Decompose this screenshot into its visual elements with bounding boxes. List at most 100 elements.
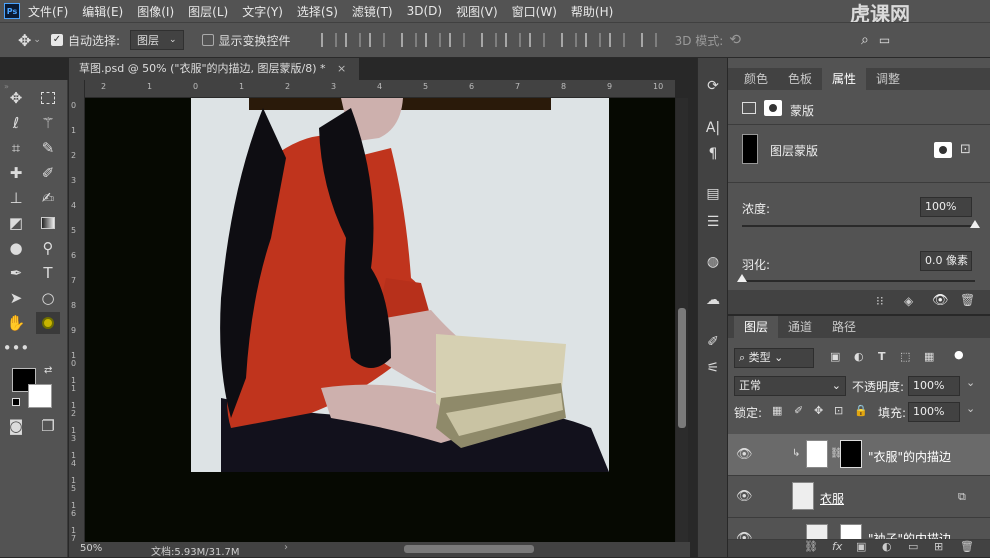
default-colors-icon[interactable] <box>12 398 20 406</box>
auto-select-checkbox[interactable]: ✓ <box>50 34 63 46</box>
workspace-icon[interactable]: ▭ <box>879 33 890 47</box>
layer-name[interactable]: 衣服 <box>820 490 844 507</box>
align-bottom-icon[interactable] <box>368 33 385 47</box>
chevron-right-icon[interactable]: › <box>284 542 288 553</box>
filter-shape-icon[interactable]: ⬚ <box>900 350 910 363</box>
add-mask-icon[interactable]: ▣ <box>856 540 866 553</box>
dodge-icon[interactable]: ⚲ <box>36 237 60 259</box>
zoom-icon[interactable] <box>36 312 60 334</box>
vector-mask-icon[interactable]: ⊡ <box>960 142 971 157</box>
filter-adjustment-icon[interactable]: ◐ <box>854 350 864 363</box>
brush-icon[interactable]: ✐ <box>36 162 60 184</box>
notes-panel-icon[interactable]: ☰ <box>703 214 723 232</box>
feather-slider[interactable] <box>742 280 975 282</box>
vertical-scrollbar[interactable] <box>676 98 688 542</box>
feather-field[interactable]: 0.0 像素 <box>920 251 972 271</box>
menu-edit[interactable]: 编辑(E) <box>82 3 123 20</box>
magic-wand-icon[interactable]: ⚚ <box>36 112 60 134</box>
menu-help[interactable]: 帮助(H) <box>571 3 613 20</box>
menu-window[interactable]: 窗口(W) <box>512 3 557 20</box>
tab-swatches[interactable]: 色板 <box>778 68 822 90</box>
character-panel-icon[interactable]: A| <box>703 120 723 138</box>
eraser-icon[interactable]: ◩ <box>4 212 28 234</box>
distribute-hcenter-icon[interactable] <box>584 33 601 47</box>
distribute-top-icon[interactable] <box>480 33 497 47</box>
gradient-icon[interactable] <box>36 212 60 234</box>
tab-channels[interactable]: 通道 <box>778 316 822 338</box>
auto-align-icon[interactable] <box>640 33 657 47</box>
visibility-eye-icon[interactable]: 👁 <box>736 531 753 539</box>
menu-image[interactable]: 图像(I) <box>137 3 174 20</box>
properties-panel-icon[interactable]: ▤ <box>703 186 723 204</box>
stamp-icon[interactable]: ⊥ <box>4 187 28 209</box>
lock-all-icon[interactable]: 🔒 <box>854 404 868 417</box>
history-panel-icon[interactable]: ⟳ <box>703 78 723 96</box>
distribute-vcenter-icon[interactable] <box>504 33 521 47</box>
tab-properties[interactable]: 属性 <box>822 68 867 90</box>
new-adjustment-icon[interactable]: ◐ <box>882 540 892 553</box>
layer-row-clothes-inner-stroke[interactable]: 👁 ↳ ⛓ "衣服"的内描边 <box>728 434 990 476</box>
background-color-swatch[interactable] <box>28 384 52 408</box>
tab-layers[interactable]: 图层 <box>734 316 779 338</box>
distribute-left-icon[interactable] <box>560 33 577 47</box>
document-tab[interactable]: 草图.psd @ 50% ("衣服"的内描边, 图层蒙版/8) * × <box>69 58 359 80</box>
layer-row-clothes[interactable]: 👁 衣服 ⧉ <box>728 476 990 518</box>
marquee-icon[interactable] <box>36 87 60 109</box>
lock-transparent-icon[interactable]: ▦ <box>772 404 782 417</box>
artwork-canvas[interactable] <box>191 98 609 472</box>
fill-field[interactable]: 100% <box>908 402 960 422</box>
layer-name[interactable]: "袖子"的内描边 <box>868 530 951 539</box>
menu-3d[interactable]: 3D(D) <box>407 4 442 18</box>
swap-colors-icon[interactable]: ⇄ <box>44 365 52 376</box>
move-tool-preset-icon[interactable]: ✥ <box>18 31 31 50</box>
layer-row-sleeve-inner-stroke[interactable]: 👁 "袖子"的内描边 <box>728 518 990 540</box>
paragraph-panel-icon[interactable]: ¶ <box>703 146 723 164</box>
tool-presets-icon[interactable]: ⚟ <box>703 360 723 378</box>
pen-icon[interactable]: ✒ <box>4 262 28 284</box>
density-field[interactable]: 100% <box>920 197 972 217</box>
screen-mode-icon[interactable]: ❐ <box>36 415 60 437</box>
load-selection-icon[interactable]: ⁝⁝ <box>876 294 884 308</box>
apply-mask-icon[interactable]: ◈ <box>904 294 913 308</box>
menu-select[interactable]: 选择(S) <box>297 3 338 20</box>
adjustments-panel-icon[interactable]: ◍ <box>703 254 723 272</box>
lasso-icon[interactable]: ℓ <box>4 112 28 134</box>
menu-layer[interactable]: 图层(L) <box>188 3 228 20</box>
lock-position-icon[interactable]: ✥ <box>814 404 823 417</box>
zoom-level[interactable]: 50% <box>80 543 102 554</box>
horizontal-scrollbar-thumb[interactable] <box>404 545 534 553</box>
select-mask-icon[interactable] <box>934 142 952 158</box>
visibility-eye-icon[interactable]: 👁 <box>736 489 753 504</box>
fill-dropdown-icon[interactable]: ⌄ <box>966 402 975 415</box>
filter-image-icon[interactable]: ▣ <box>830 350 840 363</box>
align-vcenter-icon[interactable] <box>344 33 361 47</box>
lock-image-icon[interactable]: ✐ <box>794 404 803 417</box>
align-right-icon[interactable] <box>448 33 465 47</box>
filter-toggle-icon[interactable]: ● <box>954 348 964 361</box>
filter-smart-object-icon[interactable]: ▦ <box>924 350 934 363</box>
layer-filter-dropdown[interactable]: ⌕ 类型 ⌄ <box>734 348 814 368</box>
link-layers-icon[interactable]: ⛓ <box>804 540 818 553</box>
path-select-icon[interactable]: ➤ <box>4 287 28 309</box>
layer-mask-thumbnail[interactable] <box>840 524 862 539</box>
lock-artboard-icon[interactable]: ⊡ <box>834 404 843 417</box>
healing-icon[interactable]: ✚ <box>4 162 28 184</box>
visibility-eye-icon[interactable]: 👁 <box>736 447 753 462</box>
menu-view[interactable]: 视图(V) <box>456 3 498 20</box>
align-left-icon[interactable] <box>400 33 417 47</box>
ellipse-icon[interactable]: ○ <box>36 287 60 309</box>
history-brush-icon[interactable]: ✍ <box>36 187 60 209</box>
fx-icon[interactable]: fx <box>832 540 842 553</box>
blend-mode-dropdown[interactable]: 正常 ⌄ <box>734 376 846 396</box>
layer-name[interactable]: "衣服"的内描边 <box>868 448 951 465</box>
tab-paths[interactable]: 路径 <box>822 316 866 338</box>
distribute-right-icon[interactable] <box>608 33 625 47</box>
hand-icon[interactable]: ✋ <box>4 312 28 334</box>
menu-filter[interactable]: 滤镜(T) <box>352 3 393 20</box>
search-icon[interactable]: ⌕ <box>861 32 869 48</box>
blur-icon[interactable]: ● <box>4 237 28 259</box>
3d-orbit-icon[interactable]: ⟲ <box>729 32 741 48</box>
quick-mask-icon[interactable]: ◙ <box>4 415 28 437</box>
opacity-field[interactable]: 100% <box>908 376 960 396</box>
density-slider[interactable] <box>742 225 975 227</box>
